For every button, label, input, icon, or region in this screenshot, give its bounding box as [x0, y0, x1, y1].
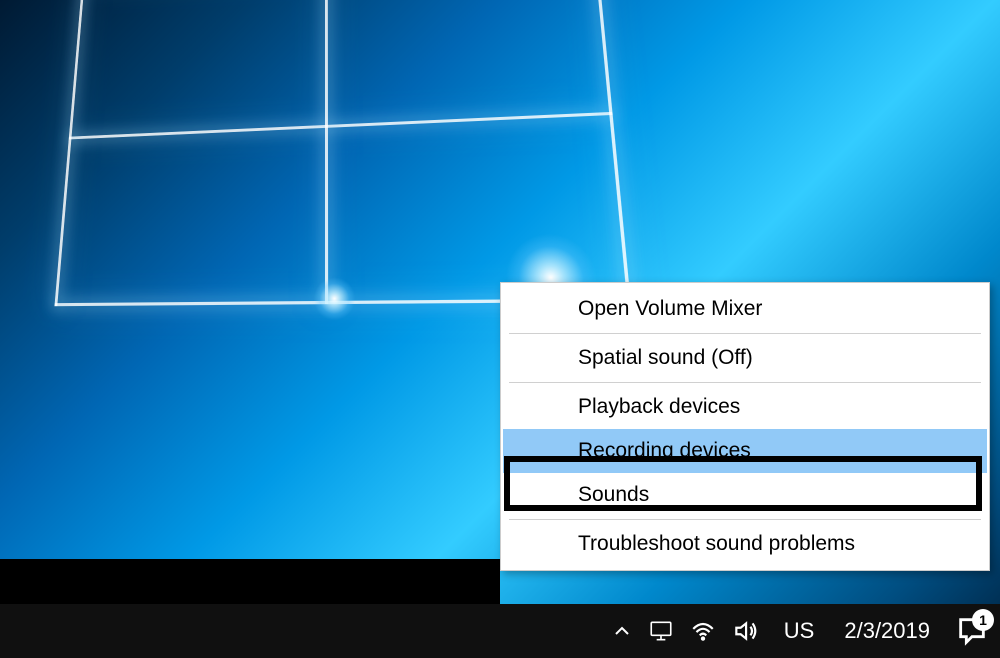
tray-wifi-button[interactable]: [686, 614, 720, 648]
menu-item-recording-devices[interactable]: Recording devices: [503, 429, 987, 473]
speaker-icon: [732, 618, 758, 644]
menu-separator: [509, 333, 981, 334]
menu-item-label: Open Volume Mixer: [578, 297, 762, 320]
menu-separator: [509, 519, 981, 520]
taskbar: US 2/3/2019 1: [0, 604, 1000, 658]
wifi-icon: [690, 618, 716, 644]
menu-item-label: Troubleshoot sound problems: [578, 532, 855, 555]
tray-network-button[interactable]: [644, 614, 678, 648]
taskbar-date[interactable]: 2/3/2019: [832, 618, 942, 644]
menu-item-troubleshoot-sound[interactable]: Troubleshoot sound problems: [503, 522, 987, 566]
taskbar-background-extension: [0, 559, 500, 604]
network-icon: [648, 618, 674, 644]
notification-count-badge: 1: [972, 609, 994, 631]
menu-item-sounds[interactable]: Sounds: [503, 473, 987, 517]
menu-item-playback-devices[interactable]: Playback devices: [503, 385, 987, 429]
show-hidden-icons-button[interactable]: [610, 619, 634, 643]
menu-item-label: Recording devices: [578, 439, 751, 462]
menu-item-label: Sounds: [578, 483, 649, 506]
language-text: US: [784, 618, 815, 643]
chevron-up-icon: [610, 619, 634, 643]
menu-item-label: Spatial sound (Off): [578, 346, 753, 369]
menu-item-open-volume-mixer[interactable]: Open Volume Mixer: [503, 287, 987, 331]
menu-item-label: Playback devices: [578, 395, 740, 418]
date-text: 2/3/2019: [844, 618, 930, 643]
menu-separator: [509, 382, 981, 383]
tray-volume-button[interactable]: [728, 614, 762, 648]
sound-context-menu: Open Volume Mixer Spatial sound (Off) Pl…: [500, 282, 990, 571]
action-center-button[interactable]: 1: [952, 611, 992, 651]
menu-item-spatial-sound[interactable]: Spatial sound (Off): [503, 336, 987, 380]
wallpaper-windows-logo: [54, 0, 630, 306]
language-indicator[interactable]: US: [766, 618, 833, 644]
